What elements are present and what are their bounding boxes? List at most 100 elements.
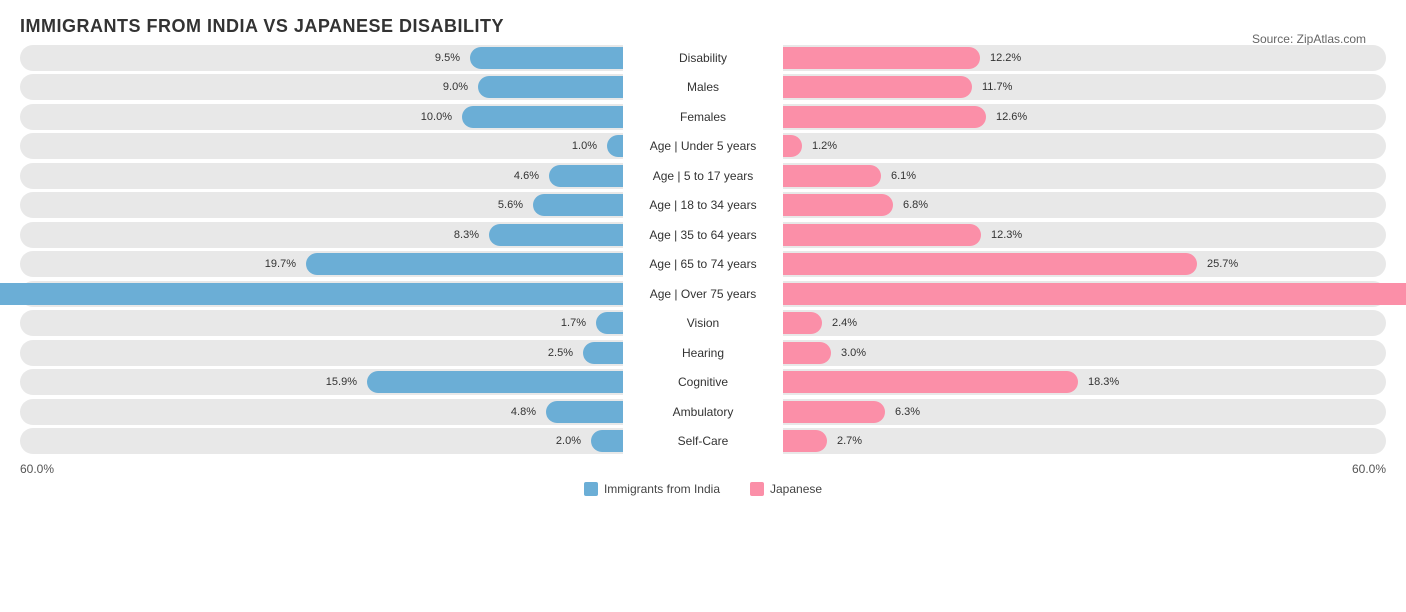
- right-value: 12.2%: [990, 52, 1021, 64]
- bar-row: 45.2% Age | Over 75 years 50.2%: [20, 281, 1386, 307]
- left-side: 4.6%: [20, 163, 623, 189]
- right-value: 18.3%: [1088, 376, 1119, 388]
- left-value: 4.6%: [514, 170, 539, 182]
- right-side: 18.3%: [783, 369, 1386, 395]
- left-value: 8.3%: [454, 229, 479, 241]
- pink-bar: [783, 312, 822, 334]
- right-value: 1.2%: [812, 140, 837, 152]
- bar-row: 19.7% Age | 65 to 74 years 25.7%: [20, 251, 1386, 277]
- left-value: 9.0%: [443, 81, 468, 93]
- blue-bar: [462, 106, 623, 128]
- blue-bar: [549, 165, 623, 187]
- blue-bar: [591, 430, 623, 452]
- pink-bar: [783, 106, 986, 128]
- left-side: 1.7%: [20, 310, 623, 336]
- left-side: 1.0%: [20, 133, 623, 159]
- right-side: 50.2%: [783, 281, 1386, 307]
- left-side: 19.7%: [20, 251, 623, 277]
- center-label: Age | Under 5 years: [623, 137, 783, 155]
- legend: Immigrants from India Japanese: [20, 482, 1386, 496]
- blue-bar: [306, 253, 623, 275]
- axis-row: 60.0% 60.0%: [20, 462, 1386, 476]
- right-value: 2.4%: [832, 317, 857, 329]
- center-label: Vision: [623, 314, 783, 332]
- right-value: 25.7%: [1207, 258, 1238, 270]
- bar-row: 1.7% Vision 2.4%: [20, 310, 1386, 336]
- left-side: 8.3%: [20, 222, 623, 248]
- center-label: Age | 5 to 17 years: [623, 167, 783, 185]
- legend-item-pink: Japanese: [750, 482, 822, 496]
- right-side: 12.2%: [783, 45, 1386, 71]
- bar-row: 5.6% Age | 18 to 34 years 6.8%: [20, 192, 1386, 218]
- left-side: 45.2%: [20, 281, 623, 307]
- bar-row: 2.0% Self-Care 2.7%: [20, 428, 1386, 454]
- center-label: Self-Care: [623, 432, 783, 450]
- pink-bar: [783, 47, 980, 69]
- legend-label-pink: Japanese: [770, 482, 822, 496]
- left-value: 10.0%: [421, 111, 452, 123]
- axis-right-label: 60.0%: [783, 462, 1386, 476]
- blue-bar: [0, 283, 623, 305]
- right-side: 3.0%: [783, 340, 1386, 366]
- left-side: 10.0%: [20, 104, 623, 130]
- left-side: 9.0%: [20, 74, 623, 100]
- right-side: 6.3%: [783, 399, 1386, 425]
- bars-container: 9.5% Disability 12.2% 9.0% Males 11.7% 1…: [20, 41, 1386, 458]
- left-value: 9.5%: [435, 52, 460, 64]
- blue-bar: [533, 194, 623, 216]
- chart-title: IMMIGRANTS FROM INDIA VS JAPANESE DISABI…: [20, 16, 1386, 37]
- center-label: Age | 35 to 64 years: [623, 226, 783, 244]
- pink-bar: [783, 371, 1078, 393]
- center-label: Age | 18 to 34 years: [623, 196, 783, 214]
- right-side: 2.7%: [783, 428, 1386, 454]
- pink-bar: [783, 224, 981, 246]
- blue-bar: [470, 47, 623, 69]
- blue-bar: [478, 76, 623, 98]
- left-side: 4.8%: [20, 399, 623, 425]
- left-side: 5.6%: [20, 192, 623, 218]
- left-value: 19.7%: [265, 258, 296, 270]
- right-side: 6.8%: [783, 192, 1386, 218]
- bar-row: 8.3% Age | 35 to 64 years 12.3%: [20, 222, 1386, 248]
- bar-row: 9.0% Males 11.7%: [20, 74, 1386, 100]
- right-value: 12.6%: [996, 111, 1027, 123]
- pink-bar: [783, 194, 893, 216]
- pink-bar: [783, 342, 831, 364]
- left-value: 1.7%: [561, 317, 586, 329]
- right-value: 11.7%: [982, 81, 1012, 93]
- right-value: 6.8%: [903, 199, 928, 211]
- right-side: 11.7%: [783, 74, 1386, 100]
- legend-swatch-blue: [584, 482, 598, 496]
- right-value: 2.7%: [837, 435, 862, 447]
- blue-bar: [583, 342, 623, 364]
- pink-bar: [783, 76, 972, 98]
- left-value: 1.0%: [572, 140, 597, 152]
- left-value: 15.9%: [326, 376, 357, 388]
- pink-bar: [783, 283, 1406, 305]
- bar-row: 4.8% Ambulatory 6.3%: [20, 399, 1386, 425]
- left-value: 2.0%: [556, 435, 581, 447]
- blue-bar: [546, 401, 623, 423]
- left-value: 4.8%: [511, 406, 536, 418]
- left-value: 2.5%: [548, 347, 573, 359]
- bar-row: 2.5% Hearing 3.0%: [20, 340, 1386, 366]
- right-value: 3.0%: [841, 347, 866, 359]
- blue-bar: [367, 371, 623, 393]
- center-label: Age | 65 to 74 years: [623, 255, 783, 273]
- legend-item-blue: Immigrants from India: [584, 482, 720, 496]
- center-label: Disability: [623, 49, 783, 67]
- left-side: 9.5%: [20, 45, 623, 71]
- center-label: Females: [623, 108, 783, 126]
- right-side: 12.6%: [783, 104, 1386, 130]
- pink-bar: [783, 430, 827, 452]
- legend-swatch-pink: [750, 482, 764, 496]
- left-side: 2.5%: [20, 340, 623, 366]
- legend-label-blue: Immigrants from India: [604, 482, 720, 496]
- blue-bar: [607, 135, 623, 157]
- left-value: 5.6%: [498, 199, 523, 211]
- bar-row: 9.5% Disability 12.2%: [20, 45, 1386, 71]
- center-label: Age | Over 75 years: [623, 285, 783, 303]
- right-side: 1.2%: [783, 133, 1386, 159]
- pink-bar: [783, 165, 881, 187]
- bar-row: 1.0% Age | Under 5 years 1.2%: [20, 133, 1386, 159]
